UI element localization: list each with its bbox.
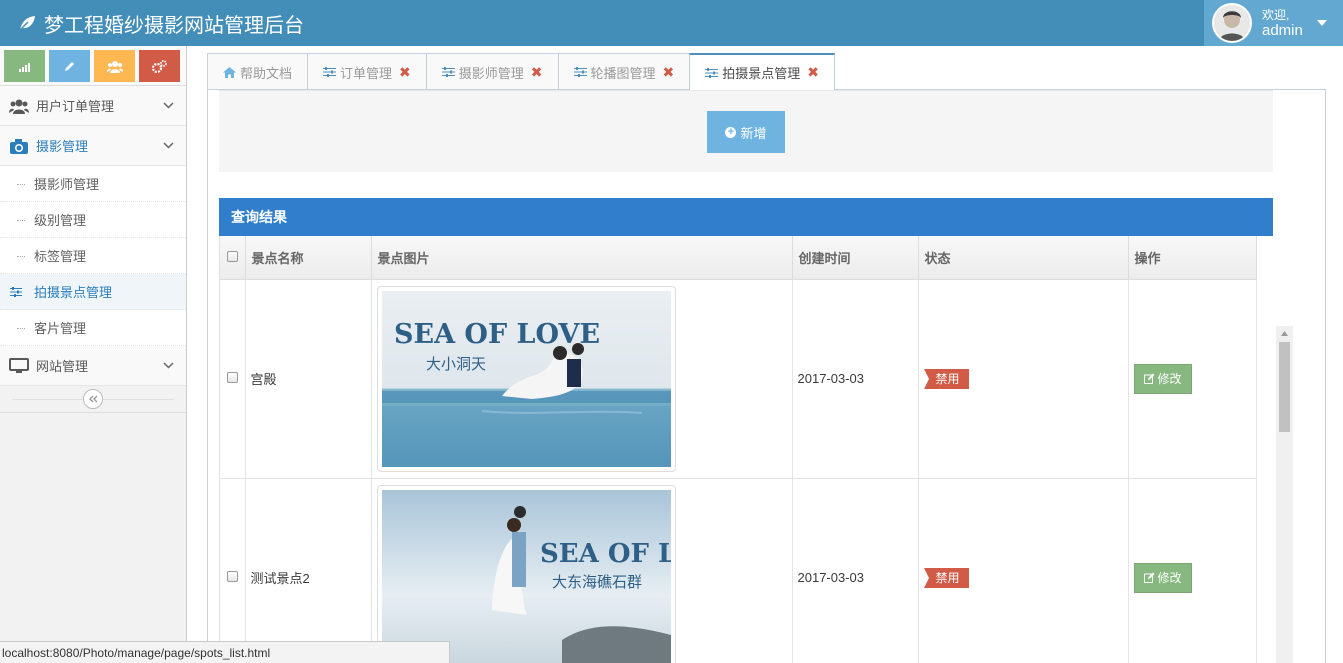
close-tab-icon[interactable]: ✖ — [399, 64, 411, 81]
sidebar-item-spots[interactable]: 拍摄景点管理 — [0, 274, 186, 310]
edit-button[interactable]: 修改 — [1133, 363, 1192, 394]
status-badge: 禁用 — [923, 368, 969, 389]
main-content: 帮助文档 订单管理 ✖ 摄影师管理 ✖ 轮播图管理 ✖ 拍摄景点管理 ✖ + 新… — [187, 46, 1343, 663]
chevron-down-icon — [163, 102, 174, 109]
tab-photographers[interactable]: 摄影师管理 ✖ — [425, 53, 559, 90]
sidebar-item-levels[interactable]: 级别管理 — [0, 202, 186, 238]
avatar — [1212, 3, 1252, 43]
column-header[interactable]: 创建时间 — [792, 236, 919, 280]
sidebar-item-label: 用户订单管理 — [36, 99, 115, 114]
edit-icon — [1143, 572, 1154, 583]
column-header[interactable]: 操作 — [1128, 236, 1257, 280]
shortcut-settings-button[interactable] — [139, 50, 180, 82]
camera-icon — [10, 138, 28, 154]
table-row: 宫殿 SEA OF LOVE 大小洞天 2017-03-03 禁用 修改 — [220, 279, 1257, 479]
column-header[interactable]: 状态 — [918, 236, 1129, 280]
sidebar-item-label: 网站管理 — [36, 359, 89, 374]
chevron-down-icon — [163, 362, 174, 369]
results-header: 查询结果 — [219, 198, 1273, 236]
sidebar-item-tags[interactable]: 标签管理 — [0, 238, 186, 274]
status-badge: 禁用 — [923, 567, 969, 588]
group-icon — [106, 60, 123, 73]
edit-button[interactable]: 修改 — [1133, 562, 1192, 593]
results-table: 景点名称 景点图片 创建时间 状态 操作 宫殿 SEA OF LOVE 大小洞天… — [220, 236, 1257, 663]
shortcut-edit-button[interactable] — [49, 50, 90, 82]
browser-status-bar: localhost:8080/Photo/manage/page/spots_l… — [0, 641, 450, 663]
shortcut-buttons — [0, 46, 186, 86]
double-chevron-left-icon — [89, 395, 98, 403]
tab-help[interactable]: 帮助文档 — [207, 53, 309, 90]
users-icon — [9, 99, 29, 114]
sidebar-item-website[interactable]: 网站管理 — [0, 346, 186, 386]
status-url: localhost:8080/Photo/manage/page/spots_l… — [2, 645, 271, 660]
tab-orders[interactable]: 订单管理 ✖ — [307, 53, 427, 90]
image-caption-cn: 大东海礁石群 — [552, 573, 642, 591]
user-menu[interactable]: 欢迎, admin — [1204, 0, 1343, 46]
select-all-cell — [220, 236, 246, 280]
sidebar-item-user-orders[interactable]: 用户订单管理 — [0, 86, 186, 126]
close-tab-icon[interactable]: ✖ — [807, 64, 819, 81]
table-row: 测试景点2 SEA OF 大东海礁石群 2017-03-03 禁用 修改 — [220, 478, 1257, 663]
user-name: admin — [1262, 22, 1303, 39]
tab-spots[interactable]: 拍摄景点管理 ✖ — [689, 53, 836, 90]
results-title: 查询结果 — [231, 209, 287, 225]
tab-carousel[interactable]: 轮播图管理 ✖ — [557, 53, 691, 90]
image-caption-en: SEA OF LOVE — [394, 319, 600, 350]
caret-down-icon — [1316, 20, 1327, 26]
chevron-down-icon — [163, 142, 174, 149]
signal-icon — [18, 63, 30, 72]
shortcut-stats-button[interactable] — [4, 50, 45, 82]
spot-image[interactable]: SEA OF LOVE 大小洞天 — [376, 285, 676, 472]
sidebar-item-photographers[interactable]: 摄影师管理 — [0, 166, 186, 202]
monitor-icon — [9, 357, 29, 373]
scroll-up-arrow[interactable] — [1276, 326, 1293, 340]
brand[interactable]: 梦工程婚纱摄影网站管理后台 — [18, 0, 304, 46]
plus-circle-icon: + — [725, 126, 737, 138]
photography-submenu: 摄影师管理 级别管理 标签管理 拍摄景点管理 客片管理 — [0, 166, 186, 346]
select-all-checkbox[interactable] — [227, 250, 238, 262]
toolbar: + 新增 — [219, 90, 1273, 172]
top-navbar: 梦工程婚纱摄影网站管理后台 欢迎, admin — [0, 0, 1343, 46]
created-date: 2017-03-03 — [792, 478, 919, 663]
close-tab-icon[interactable]: ✖ — [663, 64, 675, 81]
sliders-icon — [441, 67, 455, 77]
sliders-icon — [10, 287, 22, 297]
welcome-text: 欢迎, — [1262, 8, 1290, 22]
sliders-icon — [573, 67, 587, 77]
spot-image[interactable]: SEA OF LOVE 大东海礁石群 — [376, 484, 676, 663]
sliders-icon — [323, 67, 337, 77]
app-title: 梦工程婚纱摄影网站管理后台 — [44, 14, 304, 37]
column-header[interactable]: 景点图片 — [371, 236, 793, 280]
scroll-thumb[interactable] — [1279, 342, 1290, 432]
sidebar-item-label: 摄影管理 — [36, 139, 89, 154]
spot-name: 测试景点2 — [245, 478, 372, 663]
cogs-icon — [152, 59, 167, 73]
column-header[interactable]: 景点名称 — [245, 236, 372, 280]
edit-icon — [1143, 373, 1154, 384]
pencil-icon — [65, 61, 74, 71]
tab-bar: 帮助文档 订单管理 ✖ 摄影师管理 ✖ 轮播图管理 ✖ 拍摄景点管理 ✖ — [207, 53, 836, 90]
results-grid: 景点名称 景点图片 创建时间 状态 操作 宫殿 SEA OF LOVE 大小洞天… — [219, 236, 1273, 663]
add-button[interactable]: + 新增 — [707, 111, 785, 153]
spot-name: 宫殿 — [245, 279, 372, 479]
grid-scrollbar[interactable] — [1276, 326, 1293, 663]
row-checkbox[interactable] — [227, 372, 238, 383]
sidebar-item-client-photos[interactable]: 客片管理 — [0, 310, 186, 346]
shortcut-users-button[interactable] — [94, 50, 135, 82]
image-caption-en: SEA OF LOVE — [540, 539, 671, 569]
sidebar-item-photography[interactable]: 摄影管理 — [0, 126, 186, 166]
image-caption-cn: 大小洞天 — [426, 355, 486, 373]
created-date: 2017-03-03 — [792, 279, 919, 479]
leaf-icon — [19, 16, 35, 31]
row-checkbox[interactable] — [227, 571, 238, 582]
sidebar-collapse — [0, 386, 186, 413]
sliders-icon — [705, 67, 719, 78]
triangle-up-icon — [1281, 330, 1288, 336]
home-icon — [223, 66, 236, 78]
collapse-sidebar-button[interactable] — [83, 389, 103, 409]
sidebar: 用户订单管理 摄影管理 摄影师管理 级别管理 标签管理 拍摄景点管理 客片管理 … — [0, 46, 187, 663]
close-tab-icon[interactable]: ✖ — [531, 64, 543, 81]
